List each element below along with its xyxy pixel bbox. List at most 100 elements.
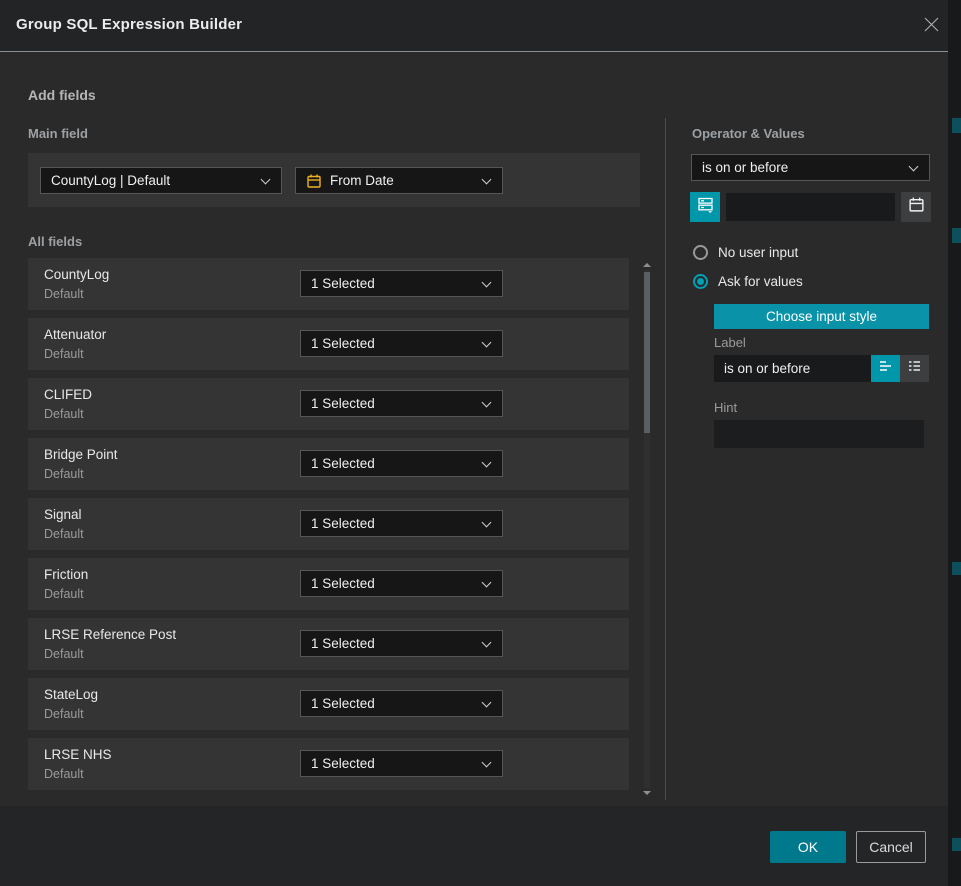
list-style-button[interactable]	[900, 355, 929, 382]
layer-select-value: CountyLog | Default	[51, 173, 170, 188]
field-name: CLIFED	[44, 387, 92, 402]
selected-count: 1 Selected	[311, 396, 375, 411]
selected-count: 1 Selected	[311, 456, 375, 471]
selected-count: 1 Selected	[311, 276, 375, 291]
close-icon	[923, 16, 940, 38]
chevron-down-icon	[482, 638, 492, 648]
radio-no-user-input-label: No user input	[718, 245, 798, 260]
field-layer: Default	[44, 527, 84, 541]
chevron-down-icon	[482, 758, 492, 768]
background-fragment	[952, 562, 961, 575]
field-row: CLIFED Default 1 Selected	[28, 378, 629, 430]
dialog-footer: OK Cancel	[0, 806, 948, 886]
main-field-select-value: From Date	[330, 173, 394, 188]
chevron-down-icon	[482, 278, 492, 288]
field-selected-dropdown[interactable]: 1 Selected	[300, 630, 503, 657]
date-value-input[interactable]	[726, 193, 895, 221]
close-button[interactable]	[918, 14, 944, 40]
field-selected-dropdown[interactable]: 1 Selected	[300, 510, 503, 537]
dialog-header: Group SQL Expression Builder	[0, 0, 948, 52]
choose-input-style-button[interactable]: Choose input style	[714, 304, 929, 329]
field-row: Bridge Point Default 1 Selected	[28, 438, 629, 490]
main-field-panel: CountyLog | Default From Date	[28, 153, 640, 207]
selected-count: 1 Selected	[311, 336, 375, 351]
field-name: Signal	[44, 507, 82, 522]
scrollbar-thumb[interactable]	[644, 272, 650, 433]
radio-selected-icon	[693, 274, 708, 289]
field-layer: Default	[44, 287, 84, 301]
hint-input[interactable]	[714, 420, 924, 448]
chevron-down-icon	[482, 698, 492, 708]
background-fragment	[952, 838, 961, 851]
field-layer: Default	[44, 587, 84, 601]
field-layer: Default	[44, 707, 84, 721]
background-fragment	[952, 118, 961, 133]
field-selected-dropdown[interactable]: 1 Selected	[300, 690, 503, 717]
chevron-down-icon	[482, 398, 492, 408]
selected-count: 1 Selected	[311, 576, 375, 591]
radio-icon	[693, 245, 708, 260]
field-row: Signal Default 1 Selected	[28, 498, 629, 550]
hint-caption: Hint	[714, 400, 737, 415]
field-row: LRSE NHS Default 1 Selected	[28, 738, 629, 790]
cancel-button[interactable]: Cancel	[856, 831, 926, 863]
operator-value: is on or before	[702, 160, 788, 175]
radio-ask-for-values[interactable]: Ask for values	[693, 274, 803, 289]
label-input[interactable]	[714, 355, 871, 382]
field-name: StateLog	[44, 687, 98, 702]
field-row: Attenuator Default 1 Selected	[28, 318, 629, 370]
calendar-icon	[306, 173, 322, 189]
chevron-down-icon	[482, 518, 492, 528]
dialog-title: Group SQL Expression Builder	[16, 16, 242, 33]
all-fields-label: All fields	[28, 234, 82, 249]
field-selected-dropdown[interactable]: 1 Selected	[300, 330, 503, 357]
field-name: LRSE NHS	[44, 747, 112, 762]
field-layer: Default	[44, 767, 84, 781]
field-selected-dropdown[interactable]: 1 Selected	[300, 270, 503, 297]
field-row: CountyLog Default 1 Selected	[28, 258, 629, 310]
add-fields-heading: Add fields	[28, 87, 96, 103]
main-field-select-dropdown[interactable]: From Date	[295, 167, 503, 194]
layer-select-dropdown[interactable]: CountyLog | Default	[40, 167, 282, 194]
selected-count: 1 Selected	[311, 696, 375, 711]
field-name: Friction	[44, 567, 88, 582]
group-sql-expression-builder-dialog: Group SQL Expression Builder Add fields …	[0, 0, 948, 886]
field-selected-dropdown[interactable]: 1 Selected	[300, 570, 503, 597]
ok-button[interactable]: OK	[770, 831, 846, 863]
operator-values-heading: Operator & Values	[692, 126, 805, 141]
screen: Group SQL Expression Builder Add fields …	[0, 0, 961, 886]
scrollbar-down-arrow-icon[interactable]	[643, 791, 651, 795]
chevron-down-icon	[482, 578, 492, 588]
field-layer: Default	[44, 647, 84, 661]
selected-count: 1 Selected	[311, 636, 375, 651]
field-selected-dropdown[interactable]: 1 Selected	[300, 450, 503, 477]
main-field-label: Main field	[28, 126, 88, 141]
panel-divider	[665, 118, 666, 800]
single-line-style-button[interactable]	[871, 355, 900, 382]
field-row: StateLog Default 1 Selected	[28, 678, 629, 730]
field-row: LRSE Reference Post Default 1 Selected	[28, 618, 629, 670]
field-row: Friction Default 1 Selected	[28, 558, 629, 610]
field-name: LRSE Reference Post	[44, 627, 176, 642]
value-input-type-button[interactable]	[690, 192, 720, 222]
field-layer: Default	[44, 347, 84, 361]
calendar-icon	[908, 196, 925, 218]
align-left-icon	[878, 358, 894, 379]
field-name: Bridge Point	[44, 447, 118, 462]
radio-ask-for-values-label: Ask for values	[718, 274, 803, 289]
chevron-down-icon	[261, 175, 271, 185]
list-icon	[907, 358, 923, 379]
field-selected-dropdown[interactable]: 1 Selected	[300, 750, 503, 777]
label-caption: Label	[714, 335, 746, 350]
date-picker-button[interactable]	[901, 192, 931, 222]
operator-dropdown[interactable]: is on or before	[691, 154, 930, 181]
radio-no-user-input[interactable]: No user input	[693, 245, 798, 260]
chevron-down-icon	[482, 338, 492, 348]
field-layer: Default	[44, 467, 84, 481]
field-values-icon	[697, 196, 714, 218]
selected-count: 1 Selected	[311, 516, 375, 531]
background-fragment	[952, 228, 961, 243]
scrollbar-up-arrow-icon[interactable]	[643, 263, 651, 267]
field-selected-dropdown[interactable]: 1 Selected	[300, 390, 503, 417]
field-name: Attenuator	[44, 327, 106, 342]
